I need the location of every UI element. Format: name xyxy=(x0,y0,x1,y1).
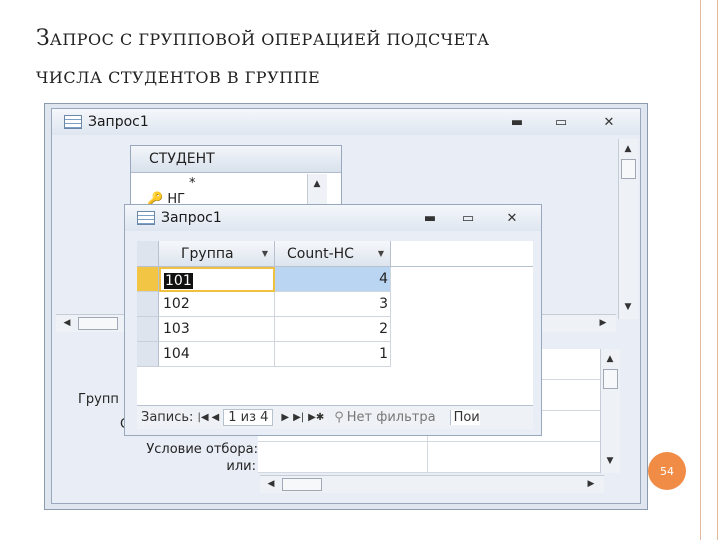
grid-vertical-scrollbar[interactable]: ▲ ▼ xyxy=(600,349,620,473)
group-cell[interactable]: 101 xyxy=(164,273,193,289)
column-label: Группа xyxy=(181,246,234,262)
scroll-up-arrow-icon[interactable]: ▲ xyxy=(601,351,619,367)
slide-border xyxy=(700,0,718,540)
scroll-thumb[interactable] xyxy=(78,317,118,330)
select-all-corner[interactable] xyxy=(137,241,159,267)
close-button[interactable]: ✕ xyxy=(497,205,527,231)
table-name: СТУДЕНТ xyxy=(131,146,341,173)
next-record-icon[interactable]: ▶ xyxy=(281,412,289,423)
restore-button[interactable]: ▭ xyxy=(546,109,576,135)
column-header-group[interactable]: Группа ▼ xyxy=(159,241,275,267)
grid-label-group: Групп xyxy=(78,392,119,407)
datasheet-title: Запрос1 xyxy=(161,210,222,226)
scroll-right-arrow-icon[interactable]: ▶ xyxy=(582,476,600,492)
count-cell[interactable]: 3 xyxy=(275,292,391,317)
title-line-2: ЧИСЛА СТУДЕНТОВ В ГРУППЕ xyxy=(36,68,321,87)
grid-cell[interactable] xyxy=(428,442,616,473)
column-header-count[interactable]: Count-НС ▼ xyxy=(275,241,391,267)
first-record-icon[interactable]: |◀ xyxy=(197,412,208,423)
group-cell[interactable]: 102 xyxy=(159,292,275,317)
grid-horizontal-scrollbar[interactable]: ◀ ▶ xyxy=(260,475,604,493)
column-label: Count-НС xyxy=(287,246,354,262)
filter-icon: ⚲ xyxy=(334,410,344,425)
count-cell[interactable]: 4 xyxy=(275,267,391,292)
count-cell[interactable]: 1 xyxy=(275,342,391,367)
page-number-badge: 54 xyxy=(648,452,686,490)
previous-record-icon[interactable]: ◀ xyxy=(212,412,220,423)
title-line-1: АПРОС С ГРУППОВОЙ ОПЕРАЦИЕЙ ПОДСЧЕТА xyxy=(49,30,490,49)
designer-title: Запрос1 xyxy=(88,114,149,130)
scroll-thumb[interactable] xyxy=(282,478,322,491)
dropdown-arrow-icon[interactable]: ▼ xyxy=(378,241,384,267)
scroll-left-arrow-icon[interactable]: ◀ xyxy=(262,476,280,492)
field-item[interactable]: * xyxy=(189,176,196,191)
new-record-icon[interactable]: ▶✱ xyxy=(308,412,324,423)
row-selector[interactable] xyxy=(137,292,159,317)
scroll-down-arrow-icon[interactable]: ▼ xyxy=(601,453,619,469)
dropdown-arrow-icon[interactable]: ▼ xyxy=(262,241,268,267)
query-icon xyxy=(64,115,82,129)
row-selector-current[interactable] xyxy=(137,267,159,292)
scroll-left-arrow-icon[interactable]: ◀ xyxy=(58,315,76,331)
designer-titlebar: Запрос1 ▬ ▭ ✕ xyxy=(52,109,640,135)
group-cell[interactable]: 104 xyxy=(159,342,275,367)
last-record-icon[interactable]: ▶| xyxy=(293,412,304,423)
scroll-up-arrow-icon[interactable]: ▲ xyxy=(308,176,326,192)
grid-cell[interactable] xyxy=(258,442,428,473)
scroll-down-arrow-icon[interactable]: ▼ xyxy=(619,299,637,315)
datasheet-titlebar: Запрос1 ▬ ▭ ✕ xyxy=(125,205,541,231)
scroll-thumb[interactable] xyxy=(621,159,636,179)
query-icon xyxy=(137,211,155,225)
slide-title: ЗАПРОС С ГРУППОВОЙ ОПЕРАЦИЕЙ ПОДСЧЕТА ЧИ… xyxy=(36,20,676,97)
row-selector[interactable] xyxy=(137,342,159,367)
record-label: Запись: xyxy=(141,410,194,425)
column-header-empty xyxy=(391,241,533,267)
row-selector[interactable] xyxy=(137,317,159,342)
record-navigation-bar: Запись: |◀ ◀ 1 из 4 ▶ ▶| ▶✱ ⚲ Нет фильтр… xyxy=(137,405,533,429)
scroll-right-arrow-icon[interactable]: ▶ xyxy=(594,315,612,331)
table-row[interactable]: 101 xyxy=(159,267,275,292)
filter-status-button[interactable]: Нет фильтра xyxy=(347,410,436,425)
grid-label-criteria: Условие отбора: xyxy=(146,442,258,457)
title-initial: З xyxy=(36,26,50,51)
minimize-button[interactable]: ▬ xyxy=(502,109,532,135)
restore-button[interactable]: ▭ xyxy=(453,205,483,231)
minimize-button[interactable]: ▬ xyxy=(415,205,445,231)
datasheet-window: Запрос1 ▬ ▭ ✕ Группа ▼ Count-НС ▼ 101 4 … xyxy=(124,204,542,436)
scroll-thumb[interactable] xyxy=(603,369,618,389)
upper-pane-vertical-scrollbar[interactable]: ▲ ▼ xyxy=(618,139,638,319)
group-cell[interactable]: 103 xyxy=(159,317,275,342)
close-button[interactable]: ✕ xyxy=(594,109,624,135)
record-position-input[interactable]: 1 из 4 xyxy=(223,409,274,426)
search-input[interactable]: Пои xyxy=(449,410,480,425)
scroll-up-arrow-icon[interactable]: ▲ xyxy=(619,141,637,157)
grid-label-or: или: xyxy=(226,459,256,474)
count-cell[interactable]: 2 xyxy=(275,317,391,342)
